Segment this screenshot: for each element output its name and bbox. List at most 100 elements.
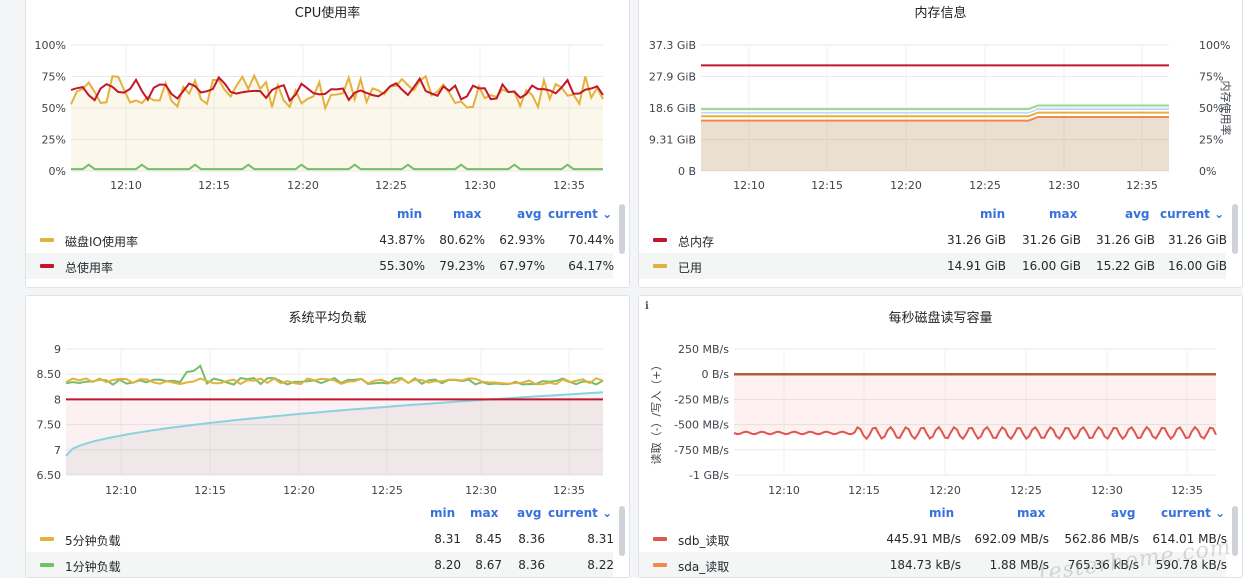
legend-sort-max[interactable]: max: [453, 207, 481, 221]
series-name[interactable]: 总内存: [678, 233, 714, 250]
series-min: 31.26 GiB: [946, 233, 1006, 247]
x-tick-label: 12:30: [464, 179, 496, 192]
legend-sort-min[interactable]: min: [980, 207, 1005, 221]
legend-sort-max[interactable]: max: [1049, 207, 1077, 221]
legend-sort-min[interactable]: min: [929, 506, 954, 520]
series-name[interactable]: 已用: [678, 259, 702, 276]
legend-scrollbar[interactable]: [619, 204, 625, 254]
series-color-swatch[interactable]: [40, 238, 54, 242]
y-tick-label: 9: [54, 343, 61, 356]
series-name[interactable]: 总使用率: [65, 259, 113, 276]
series-avg: 67.97%: [499, 259, 545, 273]
y-axis-label: 读取（-）/写入（+）: [649, 360, 663, 465]
legend-row[interactable]: 总内存 31.26 GiB 31.26 GiB 31.26 GiB 31.26 …: [639, 227, 1227, 253]
x-tick-label: 12:35: [553, 484, 585, 497]
legend-sort-current[interactable]: current ⌄: [548, 207, 612, 221]
legend-sort-current[interactable]: current ⌄: [548, 506, 612, 520]
x-tick-label: 12:15: [811, 179, 843, 192]
legend-sort-avg[interactable]: avg: [1125, 207, 1150, 221]
legend-table: min max avg current ⌄ 总内存 31.26 GiB 31.2…: [639, 201, 1227, 279]
y-tick-label: 27.9 GiB: [649, 71, 696, 84]
x-tick-label: 12:35: [553, 179, 585, 192]
legend-sort-avg[interactable]: avg: [517, 506, 542, 520]
y-tick-label: 0 B: [678, 165, 696, 178]
series-max: 16.00 GiB: [1021, 259, 1081, 273]
series-name[interactable]: sda_读取: [678, 558, 729, 575]
x-tick-label: 12:10: [733, 179, 765, 192]
load-average-panel: 系统平均负载 9 8.50 8 7.50 7 6.50 12:10 12:15 12:20 12:…: [25, 295, 630, 578]
legend-row[interactable]: 已用 14.91 GiB 16.00 GiB 15.22 GiB 16.00 G…: [639, 253, 1227, 279]
y-tick-label: 50%: [42, 102, 66, 115]
x-tick-label: 12:20: [890, 179, 922, 192]
x-tick-label: 12:30: [1091, 484, 1123, 497]
legend-row[interactable]: 5分钟负载 8.31 8.45 8.36 8.31: [26, 526, 614, 552]
series-area: [701, 117, 1169, 171]
x-tick-label: 12:30: [465, 484, 497, 497]
legend-scrollbar[interactable]: [1232, 204, 1238, 254]
disk-io-panel: i 每秒磁盘读写容量 250 MB/s 0 B/s -250 MB/s -500 MB…: [638, 295, 1243, 578]
series-current: 64.17%: [568, 259, 614, 273]
y-tick-label: -750 MB/s: [674, 444, 729, 457]
legend-header: min max avg current ⌄: [639, 500, 1226, 526]
legend-sort-min[interactable]: min: [430, 506, 455, 520]
legend-sort-avg[interactable]: avg: [517, 207, 542, 221]
legend-sort-current[interactable]: current ⌄: [1160, 207, 1224, 221]
x-tick-label: 12:25: [969, 179, 1001, 192]
y-tick-label: 7.50: [37, 419, 62, 432]
series-current: 31.26 GiB: [1167, 233, 1227, 247]
legend-scrollbar[interactable]: [1232, 506, 1238, 556]
x-tick-label: 12:20: [287, 179, 319, 192]
disk-io-chart[interactable]: 250 MB/s 0 B/s -250 MB/s -500 MB/s -750 MB/s…: [639, 296, 1243, 501]
series-color-swatch[interactable]: [40, 563, 54, 567]
series-avg: 562.86 MB/s: [1064, 532, 1139, 546]
series-avg: 62.93%: [499, 233, 545, 247]
legend-sort-max[interactable]: max: [1017, 506, 1045, 520]
y-tick-label: 18.6 GiB: [649, 102, 696, 115]
x-tick-label: 12:35: [1171, 484, 1203, 497]
cpu-usage-panel: CPU使用率 100% 75% 50% 25% 0% 12:10 12:15 12:20 12:…: [25, 0, 630, 288]
legend-sort-current[interactable]: current ⌄: [1161, 506, 1225, 520]
legend-table: min max avg current ⌄ 5分钟负载 8.31 8.45 8.…: [26, 500, 614, 577]
series-current: 8.22: [587, 558, 614, 572]
legend-sort-min[interactable]: min: [397, 207, 422, 221]
series-current: 8.31: [587, 532, 614, 546]
legend-scrollbar[interactable]: [619, 506, 625, 556]
series-min: 184.73 kB/s: [889, 558, 961, 572]
y-tick-label: 100%: [35, 39, 66, 52]
memory-chart[interactable]: 37.3 GiB27.9 GiB18.6 GiB9.31 GiB0 B100%7…: [639, 0, 1243, 196]
legend-row[interactable]: 1分钟负载 8.20 8.67 8.36 8.22: [26, 552, 614, 577]
y-tick-label: 0%: [49, 165, 66, 178]
series-color-swatch[interactable]: [653, 537, 667, 541]
legend-sort-max[interactable]: max: [470, 506, 498, 520]
series-area: [734, 374, 1216, 439]
y-tick-label: -250 MB/s: [674, 393, 729, 406]
y-tick-label: 8: [54, 393, 61, 406]
legend-header: min max avg current ⌄: [26, 500, 613, 526]
y-tick-label: 75%: [42, 71, 66, 84]
x-tick-label: 12:10: [105, 484, 137, 497]
y-tick-label: 0%: [1199, 165, 1216, 178]
legend-sort-avg[interactable]: avg: [1111, 506, 1136, 520]
legend-row[interactable]: 磁盘IO使用率 43.87% 80.62% 62.93% 70.44%: [26, 227, 614, 253]
series-color-swatch[interactable]: [653, 238, 667, 242]
series-color-swatch[interactable]: [40, 537, 54, 541]
legend-header: min max avg current ⌄: [26, 201, 613, 227]
series-name[interactable]: sdb_读取: [678, 532, 730, 549]
legend-row[interactable]: 总使用率 55.30% 79.23% 67.97% 64.17%: [26, 253, 614, 279]
y-tick-label: 25%: [42, 134, 66, 147]
series-color-swatch[interactable]: [653, 563, 667, 567]
y-tick-label: 8.50: [37, 368, 62, 381]
series-avg: 8.36: [518, 532, 545, 546]
cpu-usage-chart[interactable]: 100% 75% 50% 25% 0% 12:10 12:15 12:20 12:25 12:30…: [26, 0, 630, 196]
series-name[interactable]: 1分钟负载: [65, 558, 121, 575]
series-color-swatch[interactable]: [653, 264, 667, 268]
x-tick-label: 12:25: [1010, 484, 1042, 497]
y-tick-label: 100%: [1199, 39, 1230, 52]
series-name[interactable]: 5分钟负载: [65, 532, 121, 549]
load-average-chart[interactable]: 9 8.50 8 7.50 7 6.50 12:10 12:15 12:20 12:25 12:30…: [26, 296, 630, 501]
series-name[interactable]: 磁盘IO使用率: [65, 233, 138, 250]
legend-header: min max avg current ⌄: [639, 201, 1226, 227]
series-color-swatch[interactable]: [40, 264, 54, 268]
series-min: 14.91 GiB: [946, 259, 1006, 273]
x-tick-label: 12:30: [1048, 179, 1080, 192]
